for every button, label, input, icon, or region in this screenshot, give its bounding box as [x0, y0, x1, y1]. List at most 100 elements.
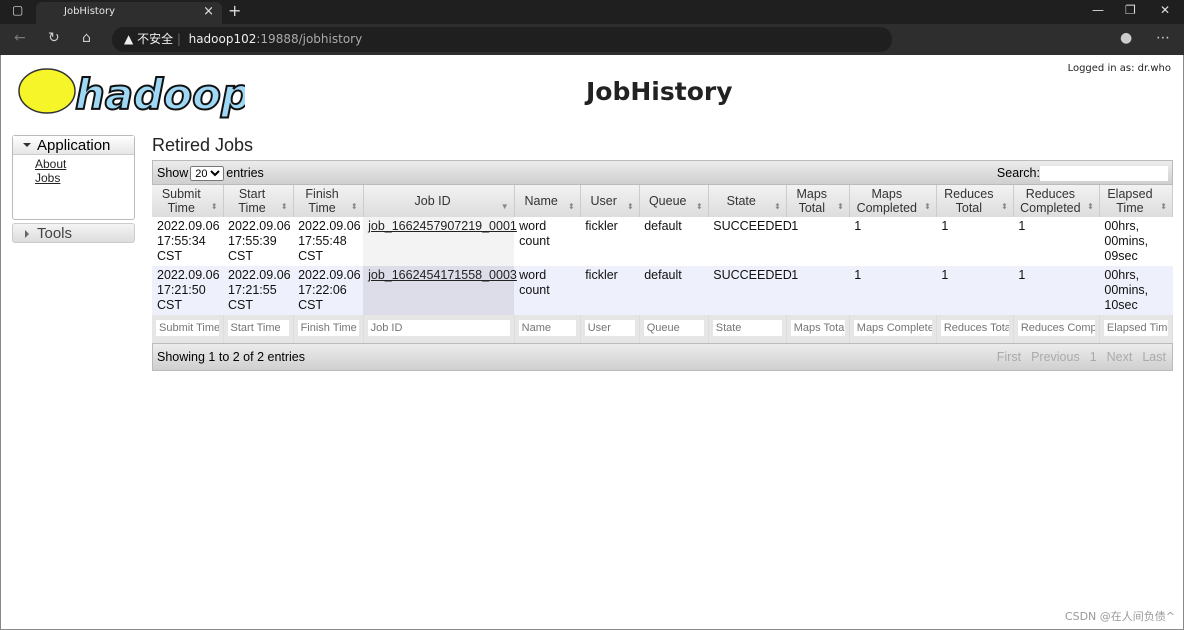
sidebar-link-about[interactable]: About [35, 157, 134, 171]
pager-previous-button[interactable]: Previous [1031, 350, 1080, 364]
filter-elapsed-time-input[interactable] [1103, 320, 1168, 336]
sort-icon: ⬍ [1001, 202, 1008, 211]
cell-name: word count [514, 266, 581, 315]
filter-maps-total-input[interactable] [790, 320, 845, 336]
sort-icon: ⬍ [774, 202, 781, 211]
filter-job-id-input[interactable] [367, 320, 510, 336]
filter-name-input[interactable] [518, 320, 576, 336]
cell-reduces-completed: 1 [1013, 266, 1100, 315]
warning-icon: ▲ [124, 32, 134, 46]
close-tab-icon[interactable]: × [203, 2, 214, 22]
filter-queue-input[interactable] [643, 320, 704, 336]
pager-next-button[interactable]: Next [1107, 350, 1133, 364]
application-section-toggle[interactable]: Application [13, 136, 134, 155]
main-content: Retired Jobs Show 20 entries Search: Submi… [152, 135, 1174, 371]
more-icon[interactable]: ⋯ [1156, 30, 1170, 46]
filter-reduces-completed-input[interactable] [1017, 320, 1095, 336]
column-header-queue[interactable]: Queue ⬍ [639, 185, 709, 217]
job-id-link[interactable]: job_1662457907219_0001 [368, 219, 517, 233]
sort-icon: ⬍ [350, 202, 358, 211]
home-icon[interactable]: ⌂ [82, 30, 91, 46]
sort-icon: ⬍ [627, 202, 634, 211]
sort-icon: ⬍ [1087, 202, 1094, 211]
sort-icon: ⬍ [280, 202, 288, 211]
pagination: First Previous 1 Next Last [987, 344, 1166, 371]
column-header-elapsed-time[interactable]: Elapsed Time ⬍ [1099, 185, 1174, 217]
column-header-maps-completed[interactable]: Maps Completed ⬍ [849, 185, 937, 217]
sidebar-link-jobs[interactable]: Jobs [35, 171, 134, 185]
sort-icon: ⬍ [696, 202, 703, 211]
table-toolbar: Show 20 entries Search: [152, 160, 1173, 185]
sort-icon: ⬍ [924, 202, 931, 211]
url-input[interactable]: ▲ 不安全 | hadoop102:19888/jobhistory [112, 27, 892, 52]
search-input[interactable] [1040, 166, 1168, 182]
filter-finish-time-input[interactable] [297, 320, 359, 336]
column-header-submit-time[interactable]: Submit Time ⬍ [152, 185, 224, 217]
cell-start-time: 2022.09.06 17:55:39 CST [223, 217, 294, 266]
cell-submit-time: 2022.09.06 17:55:34 CST [152, 217, 224, 266]
column-header-maps-total[interactable]: Maps Total ⬍ [786, 185, 850, 217]
cell-queue: default [639, 266, 709, 315]
cell-job-id: job_1662457907219_0001 [363, 217, 517, 266]
job-id-link[interactable]: job_1662454171558_0003 [368, 268, 517, 282]
column-header-reduces-completed[interactable]: Reduces Completed ⬍ [1013, 185, 1100, 217]
column-header-start-time[interactable]: Start Time ⬍ [223, 185, 294, 217]
cell-maps-completed: 1 [849, 217, 937, 266]
filter-user-input[interactable] [584, 320, 635, 336]
cell-maps-total: 1 [786, 266, 850, 315]
sort-icon: ⬍ [567, 202, 575, 211]
cell-user: fickler [580, 217, 640, 266]
cell-reduces-completed: 1 [1013, 217, 1100, 266]
filter-submit-time-input[interactable] [156, 320, 219, 336]
cell-reduces-total: 1 [936, 266, 1014, 315]
filter-maps-completed-input[interactable] [853, 320, 932, 336]
column-header-job-id[interactable]: Job ID ▼ [363, 185, 515, 217]
cell-job-id: job_1662454171558_0003 [363, 266, 517, 315]
filter-reduces-total-input[interactable] [940, 320, 1009, 336]
address-bar-row: ← ↻ ⌂ ▲ 不安全 | hadoop102:19888/jobhistory… [0, 24, 1184, 55]
table-row: 2022.09.06 17:55:34 CST 2022.09.06 17:55:… [152, 217, 1173, 266]
column-header-finish-time[interactable]: Finish Time ⬍ [293, 185, 364, 217]
cell-finish-time: 2022.09.06 17:55:48 CST [293, 217, 364, 266]
cell-maps-total: 1 [786, 217, 850, 266]
pager-first-button[interactable]: First [997, 350, 1021, 364]
maximize-icon[interactable]: ❐ [1125, 3, 1136, 17]
sort-icon: ⬍ [1160, 202, 1167, 211]
close-window-icon[interactable]: ✕ [1160, 3, 1170, 17]
page-size-select[interactable]: 20 [190, 166, 225, 181]
table-footer: Showing 1 to 2 of 2 entries First Previou… [152, 343, 1173, 371]
cell-name: word count [514, 217, 581, 266]
tab-actions-icon[interactable]: ▢ [12, 3, 23, 17]
pager-1-button[interactable]: 1 [1090, 350, 1097, 364]
sort-desc-icon: ▼ [500, 202, 509, 211]
tab-bar: ▢ JobHistory × + — ❐ ✕ [0, 0, 1184, 24]
new-tab-icon[interactable]: + [228, 1, 241, 20]
column-header-user[interactable]: User ⬍ [580, 185, 640, 217]
minimize-icon[interactable]: — [1092, 3, 1104, 17]
watermark: CSDN @在人间负债^ [1064, 610, 1175, 623]
cell-finish-time: 2022.09.06 17:22:06 CST [293, 266, 364, 315]
refresh-icon[interactable]: ↻ [48, 30, 60, 46]
svg-text:hadoop: hadoop [75, 70, 245, 119]
cell-start-time: 2022.09.06 17:21:55 CST [223, 266, 294, 315]
tools-section-toggle[interactable]: Tools [12, 223, 135, 243]
filter-start-time-input[interactable] [227, 320, 289, 336]
browser-tab[interactable]: JobHistory × [36, 2, 222, 24]
cell-reduces-total: 1 [936, 217, 1014, 266]
column-header-reduces-total[interactable]: Reduces Total ⬍ [936, 185, 1014, 217]
column-header-name[interactable]: Name ⬍ [514, 185, 581, 217]
logged-in-user: Logged in as: dr.who [1067, 63, 1171, 74]
cell-maps-completed: 1 [849, 266, 937, 315]
back-icon[interactable]: ← [14, 30, 26, 46]
table-row: 2022.09.06 17:21:50 CST 2022.09.06 17:21:… [152, 266, 1173, 315]
page-title: JobHistory [586, 77, 733, 106]
sort-icon: ⬍ [210, 202, 218, 211]
hadoop-logo: hadoop [18, 68, 245, 120]
filter-state-input[interactable] [712, 320, 782, 336]
column-header-state[interactable]: State ⬍ [708, 185, 787, 217]
cell-elapsed-time: 00hrs, 00mins, 10sec [1099, 266, 1173, 315]
pager-last-button[interactable]: Last [1142, 350, 1166, 364]
profile-avatar[interactable]: ● [1120, 30, 1132, 46]
cell-elapsed-time: 00hrs, 00mins, 09sec [1099, 217, 1173, 266]
section-heading: Retired Jobs [152, 135, 254, 155]
